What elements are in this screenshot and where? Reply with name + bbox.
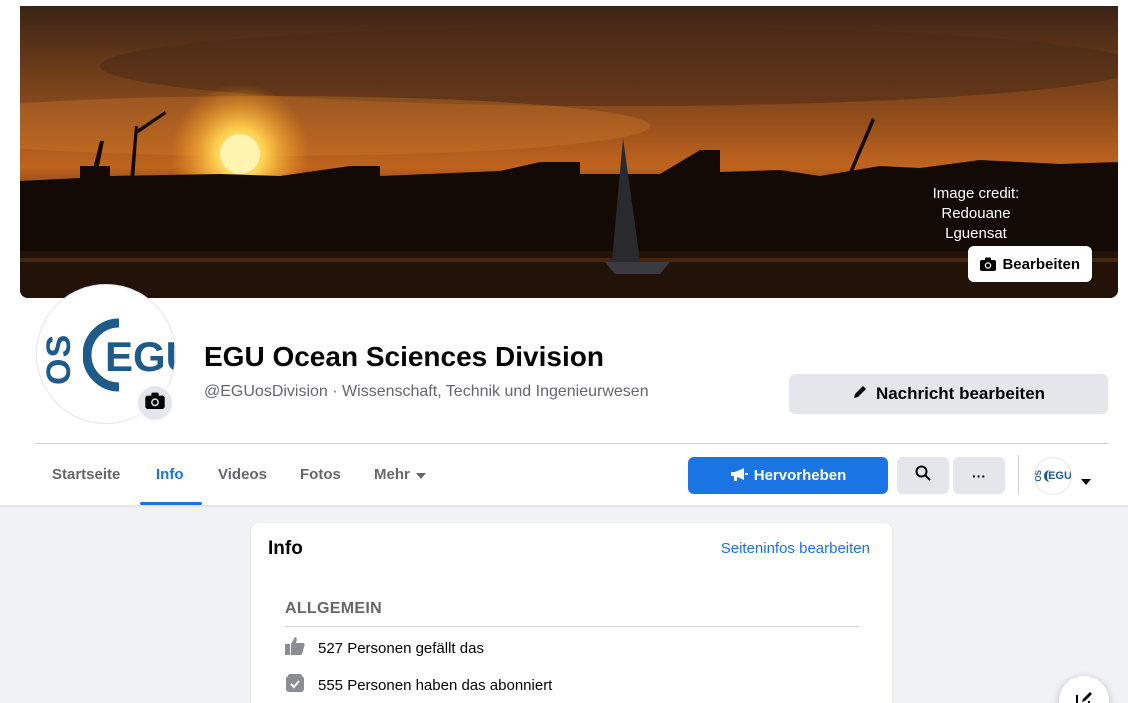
nav-shadow [0,505,1128,508]
info-card: Info Seiteninfos bearbeiten ALLGEMEIN 52… [251,523,892,703]
tab-startseite[interactable]: Startseite [52,466,120,483]
page-switch-avatar[interactable]: OS EGU [1034,457,1072,495]
avatar-camera-button[interactable] [136,384,174,422]
page-subtitle: @EGUosDivision · Wissenschaft, Technik u… [204,383,649,400]
tab-mehr[interactable]: Mehr [374,466,426,483]
like-icon [285,636,305,660]
tab-fotos[interactable]: Fotos [300,466,341,483]
followers-row: 555 Personen haben das abonniert [285,673,552,697]
followers-text: 555 Personen haben das abonniert [318,676,553,694]
edit-page-info-link[interactable]: Seiteninfos bearbeiten [721,540,870,557]
section-heading: ALLGEMEIN [285,600,382,617]
search-button[interactable] [897,457,949,494]
search-icon [915,465,931,486]
tab-videos[interactable]: Videos [218,466,267,483]
edit-message-button[interactable]: Nachricht bearbeiten [789,374,1108,414]
pencil-icon [852,384,868,405]
camera-icon [145,392,165,414]
compose-icon [1074,690,1094,703]
boost-button[interactable]: Hervorheben [688,457,888,494]
chevron-down-icon[interactable] [1081,472,1091,490]
edit-cover-button[interactable]: Bearbeiten [968,246,1092,282]
logo-os-text: OS [40,333,78,385]
section-divider [285,626,859,627]
edit-cover-label: Bearbeiten [1002,255,1080,273]
info-card-title: Info [268,538,303,559]
tab-mehr-label: Mehr [374,466,410,483]
tab-info[interactable]: Info [156,466,184,483]
page-title: EGU Ocean Sciences Division [204,341,604,372]
cover-photo[interactable]: Image credit: Redouane Lguensat Bearbeit… [20,6,1118,298]
subscribe-icon [285,673,305,697]
header-divider [35,443,1108,444]
mini-logo-os: OS [1034,470,1044,482]
boost-label: Hervorheben [753,467,847,484]
megaphone-icon [730,467,748,485]
nav-separator [1018,455,1019,495]
more-button[interactable]: ··· [953,457,1005,494]
mini-logo-egu: EGU [1044,470,1071,482]
credit-line-3: Lguensat [945,225,1007,242]
image-credit: Image credit: Redouane Lguensat [916,184,1036,244]
likes-text: 527 Personen gefällt das [318,639,484,657]
camera-icon [980,257,997,271]
credit-line-1: Image credit: [932,185,1020,202]
credit-line-2: Redouane [941,205,1011,222]
egu-logo-icon: EGU [83,318,176,392]
edit-message-label: Nachricht bearbeiten [875,384,1046,403]
likes-row: 527 Personen gefällt das [285,636,484,660]
logo-egu-text: EGU [105,333,176,380]
chevron-down-icon [415,466,426,483]
sunset-cover-image [20,6,1118,298]
more-icon: ··· [972,467,986,484]
